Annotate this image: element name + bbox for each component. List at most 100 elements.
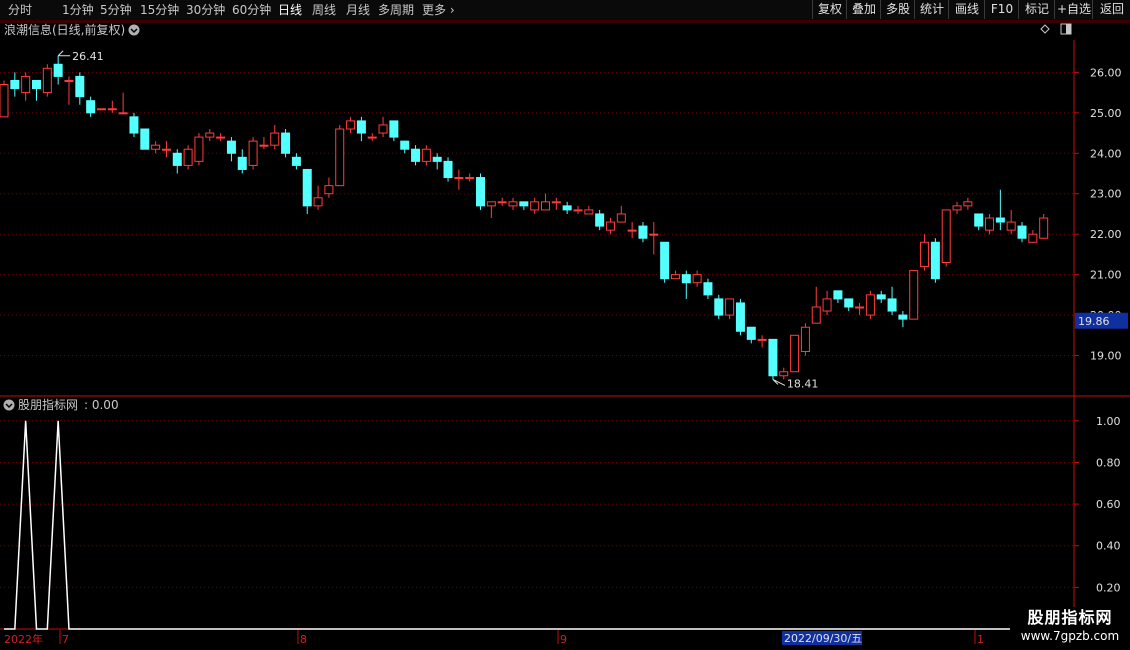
ind-tick-label-0: 1.00 — [1096, 415, 1121, 428]
cursor-date-label: 2022/09/30/五 — [784, 632, 862, 645]
candle-body-2 — [21, 75, 31, 94]
candlestick-series[interactable] — [0, 55, 1049, 380]
main-tick-label-1: 25.00 — [1090, 107, 1122, 120]
low-price-label: 18.41 — [787, 377, 819, 390]
candle-body-69 — [746, 326, 756, 340]
candle-body-81 — [876, 294, 886, 300]
indicator-chevron-icon[interactable] — [3, 399, 15, 411]
candle-body-48 — [519, 201, 529, 207]
candle-body-44 — [476, 177, 486, 207]
candle-body-21 — [226, 140, 236, 154]
candle-body-47 — [508, 201, 518, 207]
indicator-title: 股朋指标网 — [18, 397, 78, 412]
watermark-name: 股朋指标网 — [1027, 608, 1113, 627]
high-arrow-icon — [57, 50, 71, 57]
candle-body-79 — [855, 306, 865, 309]
main-tick-label-5: 21.00 — [1090, 269, 1122, 282]
candle-body-76 — [822, 298, 832, 312]
candle-body-45 — [486, 201, 496, 207]
candle-body-78 — [844, 298, 854, 308]
candle-body-62 — [670, 274, 680, 280]
panel-toggle-fill — [1066, 24, 1071, 34]
candle-body-8 — [86, 100, 96, 114]
candle-body-64 — [692, 274, 702, 284]
candle-body-46 — [497, 201, 507, 204]
month-label-1: 8 — [300, 633, 307, 646]
candle-body-50 — [541, 201, 550, 211]
candle-body-80 — [865, 294, 875, 316]
candle-body-0 — [0, 84, 9, 118]
candle-body-10 — [107, 108, 117, 111]
candle-body-58 — [627, 229, 637, 232]
indicator-line — [4, 420, 1044, 630]
candle-body-43 — [465, 177, 475, 180]
current-price-text: 19.86 — [1078, 315, 1110, 328]
candle-body-56 — [605, 221, 615, 231]
candle-body-12 — [129, 116, 139, 134]
year-label: 2022年 — [4, 632, 43, 646]
candle-body-25 — [270, 132, 280, 146]
candle-body-40 — [432, 156, 442, 162]
candle-body-1 — [10, 79, 20, 90]
candle-body-26 — [281, 132, 291, 154]
candle-body-51 — [551, 201, 561, 204]
candle-body-90 — [974, 213, 984, 227]
candle-body-96 — [1039, 217, 1049, 239]
diamond-icon[interactable] — [1040, 24, 1050, 34]
candle-body-3 — [31, 79, 41, 90]
candle-body-54 — [584, 209, 594, 215]
candle-body-75 — [811, 306, 821, 324]
month-label-0: 7 — [62, 633, 69, 646]
ind-tick-label-2: 0.60 — [1096, 498, 1121, 511]
candle-body-6 — [64, 79, 74, 82]
candle-body-32 — [346, 120, 356, 130]
candle-body-41 — [443, 160, 453, 179]
candle-body-49 — [530, 201, 540, 211]
main-tick-label-4: 22.00 — [1090, 228, 1122, 241]
ind-tick-label-3: 0.40 — [1096, 540, 1121, 553]
high-low-markers: 26.41 18.41 — [57, 50, 819, 390]
candle-body-73 — [790, 334, 800, 373]
indicator-value: : 0.00 — [84, 398, 119, 412]
candle-body-71 — [768, 338, 778, 377]
candle-body-53 — [573, 209, 583, 212]
candle-body-87 — [941, 209, 951, 263]
candle-body-37 — [400, 140, 410, 150]
indicator-y-axis: 1.00 0.80 0.60 0.40 0.20 — [1074, 415, 1121, 594]
candle-body-95 — [1028, 233, 1038, 243]
chevron-down-icon[interactable] — [128, 24, 140, 36]
candle-body-93 — [1006, 221, 1016, 231]
candle-body-67 — [725, 298, 735, 316]
candle-body-55 — [595, 213, 605, 227]
candle-body-16 — [172, 152, 182, 166]
main-panel-title: 浪潮信息(日线,前复权) — [4, 22, 125, 37]
candle-body-33 — [356, 120, 366, 134]
candle-body-82 — [887, 298, 897, 312]
candle-body-59 — [638, 225, 648, 239]
candle-body-66 — [714, 298, 724, 316]
candle-body-88 — [952, 205, 962, 211]
candle-body-20 — [216, 136, 226, 139]
chart-area: 26.0025.0024.0023.0022.0021.0020.0019.00… — [0, 21, 1130, 646]
candle-body-4 — [42, 67, 52, 94]
candle-body-19 — [205, 132, 215, 138]
candle-body-22 — [237, 156, 247, 170]
candle-body-74 — [800, 326, 810, 352]
candle-body-35 — [378, 124, 388, 134]
indicator-grid — [0, 420, 1074, 588]
candle-body-13 — [140, 128, 150, 150]
candle-body-94 — [1017, 225, 1027, 239]
main-tick-label-7: 19.00 — [1090, 350, 1122, 363]
candle-body-39 — [421, 148, 431, 162]
candle-body-65 — [703, 282, 713, 296]
candle-body-61 — [660, 241, 670, 280]
candle-body-89 — [963, 201, 973, 207]
candle-body-24 — [259, 144, 269, 147]
date-axis: 2022年 7 8 9 1 2022/09/30/五 — [4, 630, 984, 646]
candle-body-86 — [930, 241, 940, 280]
low-arrow-icon — [772, 378, 786, 386]
candle-body-14 — [151, 144, 161, 150]
candle-body-52 — [562, 205, 572, 211]
candle-body-7 — [75, 75, 85, 98]
candle-body-27 — [291, 156, 301, 166]
